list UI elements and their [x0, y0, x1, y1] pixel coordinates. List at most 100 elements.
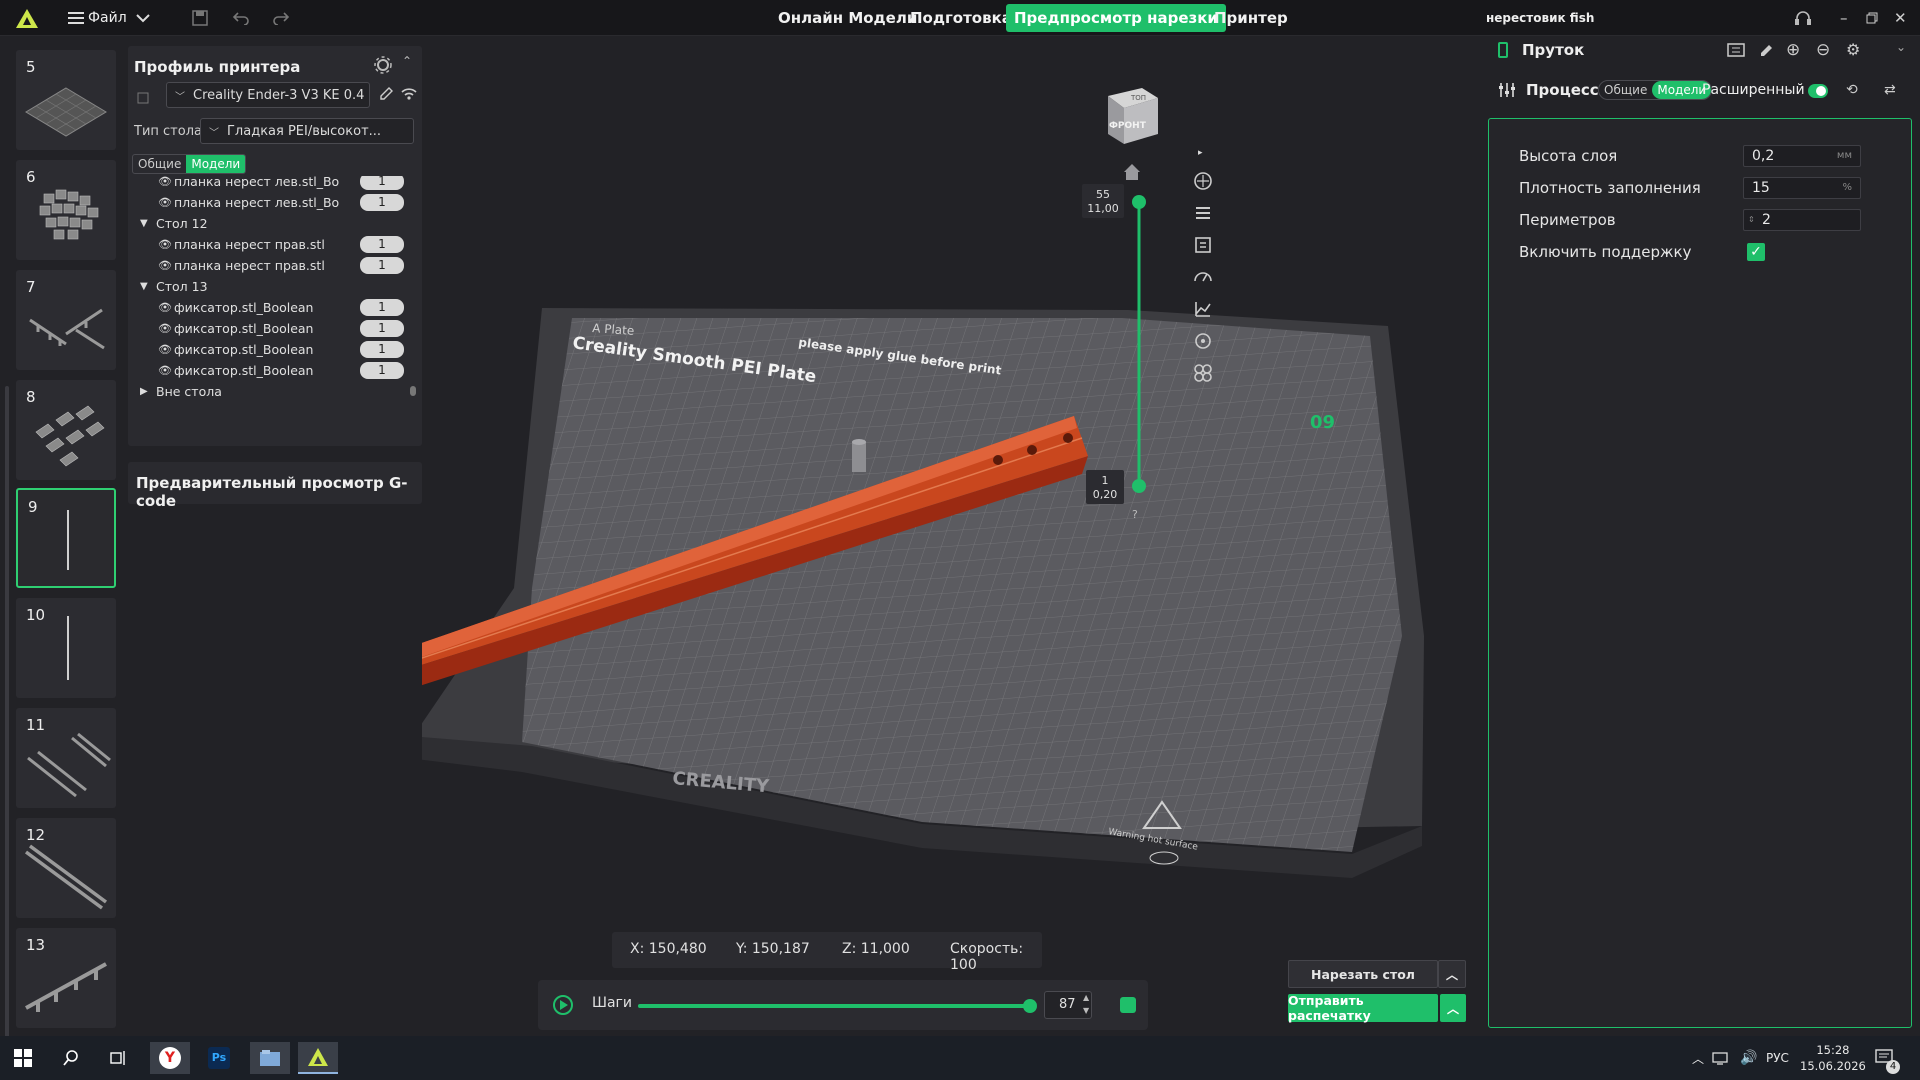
spin-icon[interactable]: ⇕	[1748, 210, 1755, 230]
slice-plate-button[interactable]: Нарезать стол	[1288, 960, 1438, 988]
tree-item[interactable]: 👁 фиксатор.stl_Boolean 1	[128, 359, 418, 381]
tree-item-count[interactable]: 1	[360, 235, 404, 253]
yandex-browser-icon[interactable]: Y	[150, 1042, 190, 1074]
segment-general[interactable]: Общие	[133, 155, 186, 173]
expand-triangle-icon[interactable]: ▼	[140, 281, 148, 292]
tree-item[interactable]: 👁 планка нерест прав.stl 1	[128, 254, 418, 276]
tab-printer[interactable]: Принтер	[1206, 0, 1296, 36]
tab-prepare[interactable]: Подготовка	[902, 0, 1020, 36]
slice-options-button[interactable]: ︿	[1438, 960, 1466, 988]
minimize-button[interactable]: –	[1840, 0, 1848, 36]
steps-slider-track[interactable]	[638, 999, 1037, 1013]
step-up-icon[interactable]: ▲	[1083, 993, 1089, 1002]
perimeters-input[interactable]: ⇕ 2	[1743, 209, 1861, 231]
tree-scrollbar[interactable]	[410, 386, 416, 396]
clock[interactable]: 15:28 15.06.2026	[1800, 1036, 1866, 1080]
dropdown-chevron-icon[interactable]	[136, 0, 150, 36]
tree-item-count[interactable]: 1	[360, 361, 404, 379]
collapse-icon[interactable]: ⌃	[402, 54, 412, 68]
play-icon[interactable]	[552, 994, 574, 1020]
tree-item[interactable]: 👁 фиксатор.stl_Boolean 1	[128, 317, 418, 339]
tree-item[interactable]: 👁 планка нерест лев.stl_Bo 1	[128, 176, 418, 192]
eye-icon[interactable]: 👁	[158, 301, 172, 314]
search-icon[interactable]	[54, 1042, 88, 1074]
close-button[interactable]: ✕	[1894, 0, 1907, 36]
expand-triangle-icon[interactable]: ▶	[140, 386, 148, 397]
explorer-icon[interactable]	[250, 1042, 290, 1074]
segment-models[interactable]: Модели	[186, 155, 246, 173]
plate-thumb-9[interactable]: 9	[16, 488, 116, 588]
eye-icon[interactable]: 👁	[158, 343, 172, 356]
segment-general[interactable]: Общие	[1599, 81, 1652, 99]
plate-thumb-8[interactable]: 8	[16, 380, 116, 480]
creality-print-taskbar-icon[interactable]	[298, 1042, 338, 1074]
wifi-icon[interactable]	[400, 86, 418, 106]
gcode-preview-header[interactable]: Предварительный просмотр G-code	[128, 462, 422, 510]
plate-thumb-6[interactable]: 6	[16, 160, 116, 260]
maximize-button[interactable]	[1866, 0, 1878, 36]
thumbnails-scrollbar[interactable]	[5, 386, 9, 1076]
eye-icon[interactable]: 👁	[158, 238, 172, 251]
expand-right-icon[interactable]: ▸	[1198, 148, 1206, 160]
home-icon[interactable]	[1124, 164, 1140, 180]
sync-icon[interactable]: ⇄	[1884, 82, 1896, 98]
remove-filament-icon[interactable]: ⊖	[1816, 40, 1830, 60]
plate-thumb-7[interactable]: 7	[16, 270, 116, 370]
compare-icon[interactable]: ⟲	[1846, 82, 1858, 98]
layer-slider-top-handle[interactable]	[1132, 195, 1146, 209]
filament-sync-icon[interactable]	[1726, 42, 1746, 64]
redo-icon[interactable]	[272, 0, 290, 36]
notifications-icon[interactable]: 4	[1874, 1036, 1900, 1080]
tree-item-count[interactable]: 1	[360, 256, 404, 274]
flow-chart-icon[interactable]	[1192, 298, 1214, 324]
send-print-button[interactable]: Отправить распечатку	[1288, 993, 1438, 1023]
layer-height-input[interactable]: 0,2 мм	[1743, 145, 1861, 167]
eye-icon[interactable]: 👁	[158, 322, 172, 335]
undo-icon[interactable]	[232, 0, 250, 36]
edit-pencil-icon[interactable]	[378, 86, 394, 106]
tray-expand-icon[interactable]: ︿	[1692, 1036, 1704, 1080]
eye-icon[interactable]: 👁	[158, 364, 172, 377]
plate-thumb-10[interactable]: 10	[16, 598, 116, 698]
volume-icon[interactable]: 🔊	[1740, 1036, 1757, 1080]
temperature-icon[interactable]	[1192, 330, 1214, 356]
gear-icon[interactable]	[374, 56, 392, 78]
eye-icon[interactable]: 👁	[158, 196, 172, 209]
eye-icon[interactable]: 👁	[158, 176, 172, 188]
add-filament-icon[interactable]: ⊕	[1786, 40, 1800, 60]
app-logo-icon[interactable]	[16, 0, 38, 36]
tree-group[interactable]: ▼ Стол 12	[128, 212, 418, 234]
language-indicator[interactable]: РУС	[1766, 1036, 1789, 1080]
collapse-icon[interactable]: ⌄	[1896, 40, 1906, 54]
eye-icon[interactable]: 👁	[158, 259, 172, 272]
bed-type-select[interactable]: ﹀ Гладкая PEI/высокот...	[200, 118, 414, 144]
tree-item-count[interactable]: 1	[360, 298, 404, 316]
filament-settings-icon[interactable]: ⚙	[1846, 40, 1860, 59]
line-width-icon[interactable]	[1192, 234, 1214, 260]
step-down-icon[interactable]: ▼	[1083, 1006, 1089, 1015]
tree-item[interactable]: 👁 планка нерест прав.stl 1	[128, 233, 418, 255]
task-view-icon[interactable]	[102, 1042, 136, 1074]
plate-thumb-13[interactable]: 13	[16, 928, 116, 1028]
layers-icon[interactable]	[1192, 202, 1214, 228]
tree-group[interactable]: ▼ Стол 13	[128, 275, 418, 297]
advanced-toggle[interactable]	[1808, 84, 1828, 98]
tree-item-count[interactable]: 1	[360, 340, 404, 358]
steps-slider-handle[interactable]	[1023, 999, 1037, 1013]
save-icon[interactable]	[192, 0, 208, 36]
layer-settings-icon[interactable]	[1120, 997, 1136, 1013]
tree-item[interactable]: 👁 планка нерест лев.stl_Bo 1	[128, 191, 418, 213]
printer-select[interactable]: ﹀ Creality Ender-3 V3 KE 0.4 ...	[166, 82, 370, 108]
view-cube[interactable]: ТОП ФРОНТ	[1108, 88, 1158, 144]
tree-item-count[interactable]: 1	[360, 193, 404, 211]
tree-item-count[interactable]: 1	[360, 319, 404, 337]
enable-support-checkbox[interactable]: ✓	[1747, 243, 1765, 261]
plate-thumb-12[interactable]: 12	[16, 818, 116, 918]
tree-item[interactable]: 👁 фиксатор.stl_Boolean 1	[128, 296, 418, 318]
infill-density-input[interactable]: 15 %	[1743, 177, 1861, 199]
3d-viewport[interactable]: Creality Smooth PEI Plate A Plate please…	[422, 36, 1486, 1036]
fan-icon[interactable]	[1192, 362, 1214, 388]
tree-group[interactable]: ▶ Вне стола	[128, 380, 418, 402]
filament-edit-icon[interactable]	[1758, 42, 1776, 64]
network-icon[interactable]	[1712, 1036, 1730, 1080]
